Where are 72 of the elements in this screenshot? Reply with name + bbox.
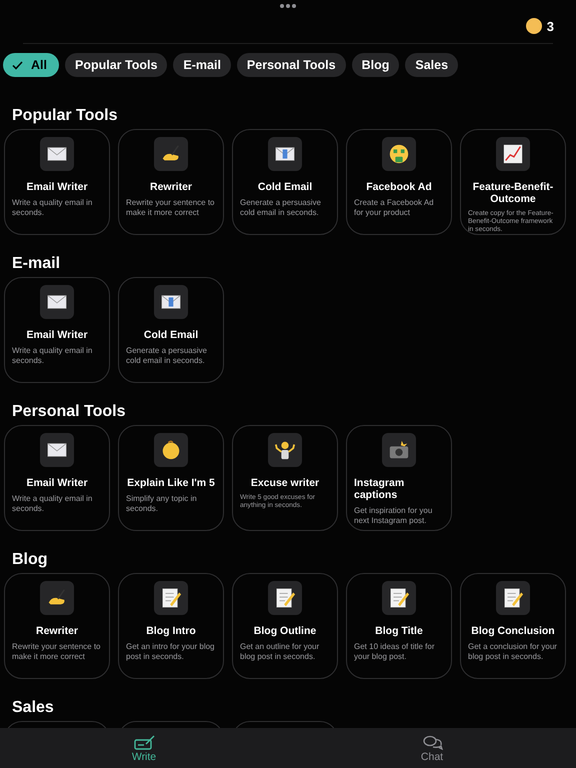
memo-icon xyxy=(502,587,524,609)
tool-description: Generate a persuasive cold email in seconds. xyxy=(126,346,208,366)
tool-description: Get inspiration for you next Instagram post. xyxy=(354,506,434,526)
tab-item[interactable]: Chat xyxy=(288,728,576,768)
tool-card[interactable]: Cold Email Generate a persuasive cold email in seconds. xyxy=(232,129,338,235)
tool-card[interactable]: Email Writer Write a quality email in seconds. xyxy=(4,425,110,531)
tool-title: Rewriter xyxy=(36,625,78,637)
coin-icon xyxy=(526,18,542,34)
section-heading: Popular Tools xyxy=(12,106,118,126)
section-heading: Blog xyxy=(12,550,49,570)
tool-card[interactable]: Blog Outline Get an outline for your blog post in seconds. xyxy=(232,573,338,679)
keyboard-pen-icon xyxy=(134,734,154,750)
tool-title: Feature-Benefit-Outcome xyxy=(472,181,554,205)
tool-card[interactable]: Explain Like I'm 5 Simplify any topic in seconds. xyxy=(118,425,224,531)
tool-description: Rewrite your sentence to make it more correct xyxy=(126,198,216,218)
tool-description: Rewrite your sentence to make it more correct xyxy=(12,642,102,662)
chart-icon xyxy=(502,143,524,165)
tool-description: Get an outline for your blog post in seconds. xyxy=(240,642,320,662)
tool-description: Write a quality email in seconds. xyxy=(12,346,94,366)
tool-title: Facebook Ad xyxy=(366,181,432,193)
tool-description: Get 10 ideas of title for your blog post. xyxy=(354,642,436,662)
camera-icon xyxy=(388,439,410,461)
tool-title: Blog Title xyxy=(375,625,423,637)
tool-card[interactable]: Facebook Ad Create a Facebook Ad for your product xyxy=(346,129,452,235)
filter-chip[interactable]: Blog xyxy=(352,53,400,77)
tool-card[interactable]: Blog Intro Get an intro for your blog post in seconds. xyxy=(118,573,224,679)
tool-card[interactable]: Cold Email Generate a persuasive cold email in seconds. xyxy=(118,277,224,383)
checkmark-icon xyxy=(12,60,23,70)
memo-icon xyxy=(160,587,182,609)
more-icon[interactable] xyxy=(280,4,296,8)
filter-chip[interactable]: All xyxy=(3,53,59,77)
tool-card[interactable]: Email Writer Write a quality email in seconds. xyxy=(4,129,110,235)
filter-chip[interactable]: Sales xyxy=(405,53,458,77)
chat-bubbles-icon xyxy=(422,734,442,750)
tool-card[interactable]: Blog Title Get 10 ideas of title for your blog post. xyxy=(346,573,452,679)
tool-title: Blog Intro xyxy=(146,625,196,637)
tool-card[interactable]: Instagram captions Get inspiration for you next Instagram post. xyxy=(346,425,452,531)
tool-title: Blog Outline xyxy=(254,625,316,637)
tab-item[interactable]: Write xyxy=(0,728,288,768)
tool-card[interactable]: Rewriter Rewrite your sentence to make it more correct xyxy=(118,129,224,235)
tool-title: Cold Email xyxy=(258,181,312,193)
tool-title: Blog Conclusion xyxy=(471,625,555,637)
shrugging-figure-icon xyxy=(274,439,296,461)
tool-description: Write a quality email in seconds. xyxy=(12,494,94,514)
money-face-icon xyxy=(388,143,410,165)
section-heading: Personal Tools xyxy=(12,402,127,422)
tool-title: Email Writer xyxy=(26,477,88,489)
memo-icon xyxy=(274,587,296,609)
section-heading: Sales xyxy=(12,698,55,718)
section-heading: E-mail xyxy=(12,254,62,274)
tool-card[interactable]: Rewriter Rewrite your sentence to make it more correct xyxy=(4,573,110,679)
tool-title: Excuse writer xyxy=(250,477,320,489)
tool-title: Instagram captions xyxy=(354,477,406,501)
tool-description: Simplify any topic in seconds. xyxy=(126,494,198,514)
tool-description: Get an intro for your blog post in seconds. xyxy=(126,642,216,662)
tool-title: Cold Email xyxy=(144,329,198,341)
baby-icon xyxy=(160,439,182,461)
memo-icon xyxy=(388,587,410,609)
tool-description: Create a Facebook Ad for your product xyxy=(354,198,435,218)
tool-description: Generate a persuasive cold email in seconds. xyxy=(240,198,322,218)
tool-title: Explain Like I'm 5 xyxy=(127,477,215,489)
coin-count: 3 xyxy=(546,18,554,34)
tool-title: Email Writer xyxy=(26,329,88,341)
tool-title: Rewriter xyxy=(150,181,192,193)
filter-chip[interactable]: Personal Tools xyxy=(236,53,346,77)
filter-chip[interactable]: Popular Tools xyxy=(64,53,168,77)
tool-title: Email Writer xyxy=(26,181,88,193)
tool-description: Write a quality email in seconds. xyxy=(12,198,94,218)
filter-chip[interactable]: E-mail xyxy=(173,53,231,77)
tool-description: Get a conclusion for your blog post in seconds. xyxy=(468,642,558,662)
tool-card[interactable]: Blog Conclusion Get a conclusion for your blog post in seconds. xyxy=(460,573,566,679)
tool-card[interactable]: Email Writer Write a quality email in seconds. xyxy=(4,277,110,383)
